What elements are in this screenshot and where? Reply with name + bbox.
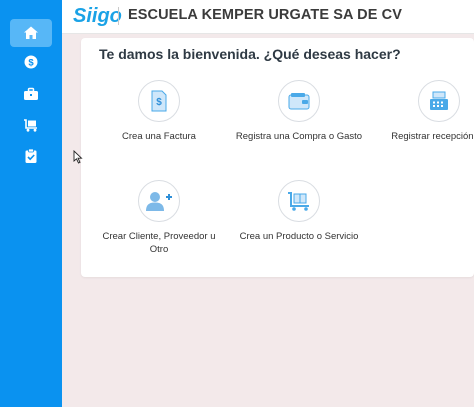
- svg-text:$: $: [28, 58, 34, 69]
- wallet-icon: [288, 93, 310, 110]
- register-receipt-action[interactable]: Registrar recepción de: [364, 80, 474, 143]
- cash-register-icon-circle: [418, 80, 460, 122]
- sidebar-item-home[interactable]: [10, 19, 52, 47]
- create-contact-action[interactable]: Crear Cliente, Proveedor u Otro: [84, 180, 234, 256]
- mouse-cursor-icon: [73, 150, 83, 164]
- sidebar-item-tasks[interactable]: [10, 142, 52, 170]
- create-contact-label: Crear Cliente, Proveedor u Otro: [102, 231, 216, 255]
- product-cart-icon: [288, 192, 309, 211]
- create-product-action[interactable]: Crea un Producto o Servicio: [224, 180, 374, 243]
- add-user-icon-circle: [138, 180, 180, 222]
- register-purchase-action[interactable]: Registra una Compra o Gasto: [224, 80, 374, 143]
- invoice-icon-circle: $: [138, 80, 180, 122]
- create-product-label: Crea un Producto o Servicio: [239, 231, 359, 242]
- svg-text:$: $: [156, 97, 162, 108]
- add-user-icon: [146, 192, 172, 211]
- welcome-card: Te damos la bienvenida. ¿Qué deseas hace…: [81, 38, 474, 277]
- clipboard-check-icon: [25, 148, 37, 163]
- cart-icon: [24, 119, 37, 132]
- header-divider: [118, 7, 119, 25]
- create-invoice-label: Crea una Factura: [122, 131, 196, 142]
- cash-register-icon: [430, 91, 448, 110]
- wallet-icon-circle: [278, 80, 320, 122]
- sidebar-item-finances[interactable]: $: [10, 48, 52, 76]
- register-purchase-label: Registra una Compra o Gasto: [235, 131, 363, 142]
- company-name: ESCUELA KEMPER URGATE SA DE CV: [128, 7, 402, 23]
- dollar-icon: $: [24, 55, 38, 69]
- sidebar-item-purchases[interactable]: [10, 111, 52, 139]
- register-receipt-label: Registrar recepción de: [391, 131, 474, 142]
- home-icon: [24, 26, 38, 39]
- welcome-title: Te damos la bienvenida. ¿Qué deseas hace…: [99, 46, 401, 62]
- invoice-icon: $: [151, 90, 167, 112]
- sidebar-item-business[interactable]: [10, 80, 52, 108]
- top-bar: Siigo ESCUELA KEMPER URGATE SA DE CV: [62, 0, 474, 34]
- product-cart-icon-circle: [278, 180, 320, 222]
- sidebar: $: [0, 0, 62, 407]
- siigo-logo[interactable]: Siigo: [73, 3, 122, 29]
- briefcase-icon: [24, 87, 38, 100]
- create-invoice-action[interactable]: $ Crea una Factura: [84, 80, 234, 143]
